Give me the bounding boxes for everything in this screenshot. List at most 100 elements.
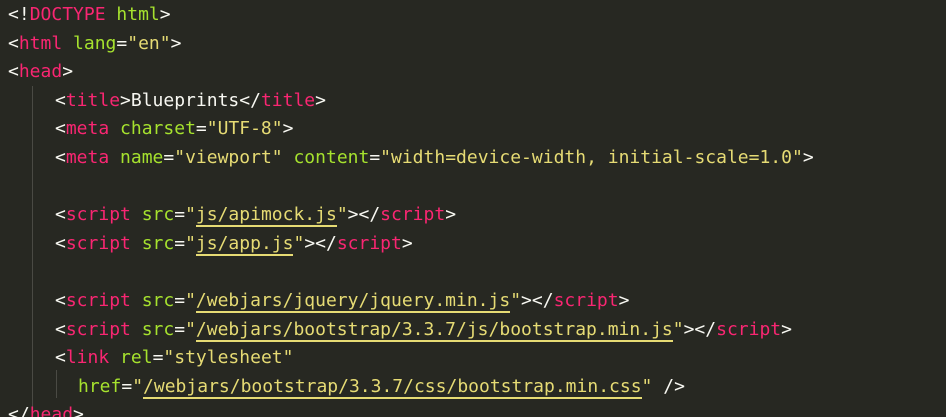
code-token: Blueprints	[130, 89, 240, 111]
code-token: link	[65, 347, 110, 369]
code-token: =	[152, 347, 164, 369]
code-token: "	[185, 232, 196, 254]
code-token: head	[18, 61, 63, 83]
code-token: src	[141, 232, 175, 254]
code-token: script	[336, 232, 402, 254]
code-token: <	[8, 61, 19, 83]
code-token: content	[293, 147, 370, 168]
code-token: =	[174, 290, 186, 311]
code-token: "	[132, 375, 144, 397]
code-token: "en"	[127, 32, 171, 54]
code-token: >	[802, 147, 814, 168]
code-token: script	[380, 204, 446, 226]
code-line[interactable]: <script src="js/apimock.js"></script>	[55, 201, 456, 229]
code-line[interactable]: <head>	[8, 58, 73, 86]
code-token: "width=device-width, initial-scale=1.0"	[380, 147, 803, 168]
code-token: html	[18, 32, 63, 54]
code-token: <	[55, 232, 66, 254]
code-token: />	[652, 375, 685, 397]
code-token: title	[65, 89, 121, 111]
code-token: <	[55, 290, 66, 311]
code-token: name	[120, 147, 164, 168]
code-token: =	[174, 232, 186, 254]
code-token: =	[174, 318, 186, 340]
code-token: >	[62, 61, 74, 83]
code-token: html	[116, 4, 160, 25]
code-token: "viewport"	[174, 147, 283, 168]
code-token: =	[195, 118, 207, 140]
code-line[interactable]: <link rel="stylesheet"	[55, 344, 293, 372]
code-token: title	[260, 89, 316, 111]
code-line[interactable]: <meta charset="UTF-8">	[55, 115, 293, 143]
code-editor[interactable]: <!DOCTYPE html> <html lang="en"> <head> <ti…	[0, 0, 946, 417]
code-token: "	[185, 204, 196, 226]
code-token: "UTF-8"	[206, 118, 283, 140]
code-link[interactable]: js/app.js	[195, 232, 294, 256]
code-token: >	[315, 89, 326, 111]
indent-guide	[32, 86, 33, 417]
code-token: "	[641, 375, 653, 397]
code-token: meta	[65, 118, 110, 140]
code-token: href	[78, 375, 122, 397]
code-token: =	[369, 147, 381, 168]
code-line[interactable]: href="/webjars/bootstrap/3.3.7/css/boots…	[78, 373, 685, 401]
code-line[interactable]: <title>Blueprints</title>	[55, 87, 326, 115]
code-token: ></	[521, 290, 554, 311]
code-token: "stylesheet"	[163, 347, 294, 369]
code-line[interactable]: <script src="/webjars/bootstrap/3.3.7/js…	[55, 316, 792, 344]
code-token: <	[55, 318, 66, 340]
code-token: src	[141, 318, 175, 340]
code-token: >	[781, 318, 792, 340]
code-link[interactable]: js/apimock.js	[195, 204, 337, 228]
code-line[interactable]: <!DOCTYPE html>	[8, 1, 171, 29]
code-token: src	[141, 204, 175, 226]
code-token: <	[55, 204, 66, 226]
code-token: =	[163, 147, 175, 168]
code-token: charset	[120, 118, 196, 140]
code-token: >	[401, 232, 413, 254]
code-line[interactable]: <html lang="en">	[8, 30, 181, 58]
code-token: <	[55, 347, 66, 369]
code-token: >	[282, 118, 294, 140]
code-link[interactable]: /webjars/bootstrap/3.3.7/css/bootstrap.m…	[143, 375, 642, 399]
code-line[interactable]: <meta name="viewport" content="width=dev…	[55, 144, 814, 172]
code-token: meta	[65, 147, 110, 168]
code-token: >	[170, 32, 182, 54]
code-token: "	[510, 290, 522, 311]
code-token: "	[293, 232, 305, 254]
code-token: </	[8, 404, 30, 417]
code-token: >	[159, 4, 171, 25]
code-token: >	[120, 89, 131, 111]
code-line[interactable]: <script src="/webjars/jquery/jquery.min.…	[55, 287, 629, 315]
code-token: <	[8, 32, 19, 54]
code-line[interactable]: <script src="js/app.js"></script>	[55, 230, 413, 258]
code-token: =	[121, 375, 133, 397]
code-token: "	[336, 204, 348, 226]
code-token: >	[445, 204, 457, 226]
code-token: "	[185, 290, 196, 311]
code-token: =	[116, 32, 128, 54]
code-token: "	[185, 318, 196, 340]
code-token: script	[65, 204, 131, 226]
code-line[interactable]: </head>	[8, 401, 84, 417]
code-token: script	[716, 318, 782, 340]
code-token: rel	[120, 347, 153, 369]
code-token: <	[55, 147, 66, 168]
code-token: head	[29, 404, 74, 417]
code-token: script	[65, 318, 131, 340]
code-token: script	[65, 232, 131, 254]
code-token: script	[65, 290, 131, 311]
code-token: =	[174, 204, 186, 226]
code-link[interactable]: /webjars/bootstrap/3.3.7/js/bootstrap.mi…	[195, 318, 673, 342]
code-link[interactable]: /webjars/jquery/jquery.min.js	[195, 290, 511, 313]
